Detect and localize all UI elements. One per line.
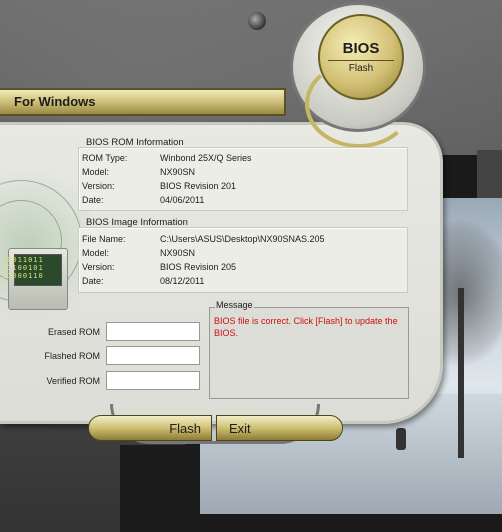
badge-title: BIOS [342,40,380,57]
verified-rom-label: Verified ROM [46,376,100,386]
image-model-value: NX90SN [160,248,196,258]
tree-trunk [458,288,464,458]
window-title: For Windows [14,94,96,109]
flashed-rom-field [106,346,200,365]
binary-decoration: 10011011 01100101 11000110 [2,256,44,280]
badge-subtitle: Flash [348,63,374,74]
image-model-label: Model: [82,248,110,258]
image-version-label: Version: [82,262,115,272]
message-title: Message [215,300,254,310]
rom-version-label: Version: [82,181,115,191]
image-date-label: Date: [82,276,104,286]
rom-date-value: 04/06/2011 [160,195,205,205]
bolt-icon [248,12,266,30]
exit-button[interactable]: Exit [216,415,343,441]
erased-rom-label: Erased ROM [47,327,100,337]
rom-model-value: NX90SN [160,167,196,177]
flashed-rom-label: Flashed ROM [44,351,100,361]
title-bar[interactable]: For Windows [0,88,286,116]
message-text: BIOS file is correct. Click [Flash] to u… [214,316,398,338]
rom-date-label: Date: [82,195,104,205]
monitor-stand [120,445,200,532]
rom-type-label: ROM Type: [82,153,128,163]
button-bar: Flash Exit [88,415,343,441]
image-version-value: BIOS Revision 205 [160,262,237,272]
image-file-value: C:\Users\ASUS\Desktop\NX90SNAS.205 [160,234,325,244]
flash-button[interactable]: Flash [88,415,212,441]
rom-type-value: Winbond 25X/Q Series [160,153,252,163]
badge-divider [328,60,394,61]
erased-rom-field [106,322,200,341]
image-date-value: 08/12/2011 [160,276,205,286]
bios-badge [318,14,404,100]
verified-rom-field [106,371,200,390]
people-figure [396,428,406,450]
rom-version-value: BIOS Revision 201 [160,181,237,191]
rom-model-label: Model: [82,167,110,177]
bios-flash-window: BIOS Flash For Windows 10011011 01100101… [0,0,502,532]
image-file-label: File Name: [82,234,126,244]
